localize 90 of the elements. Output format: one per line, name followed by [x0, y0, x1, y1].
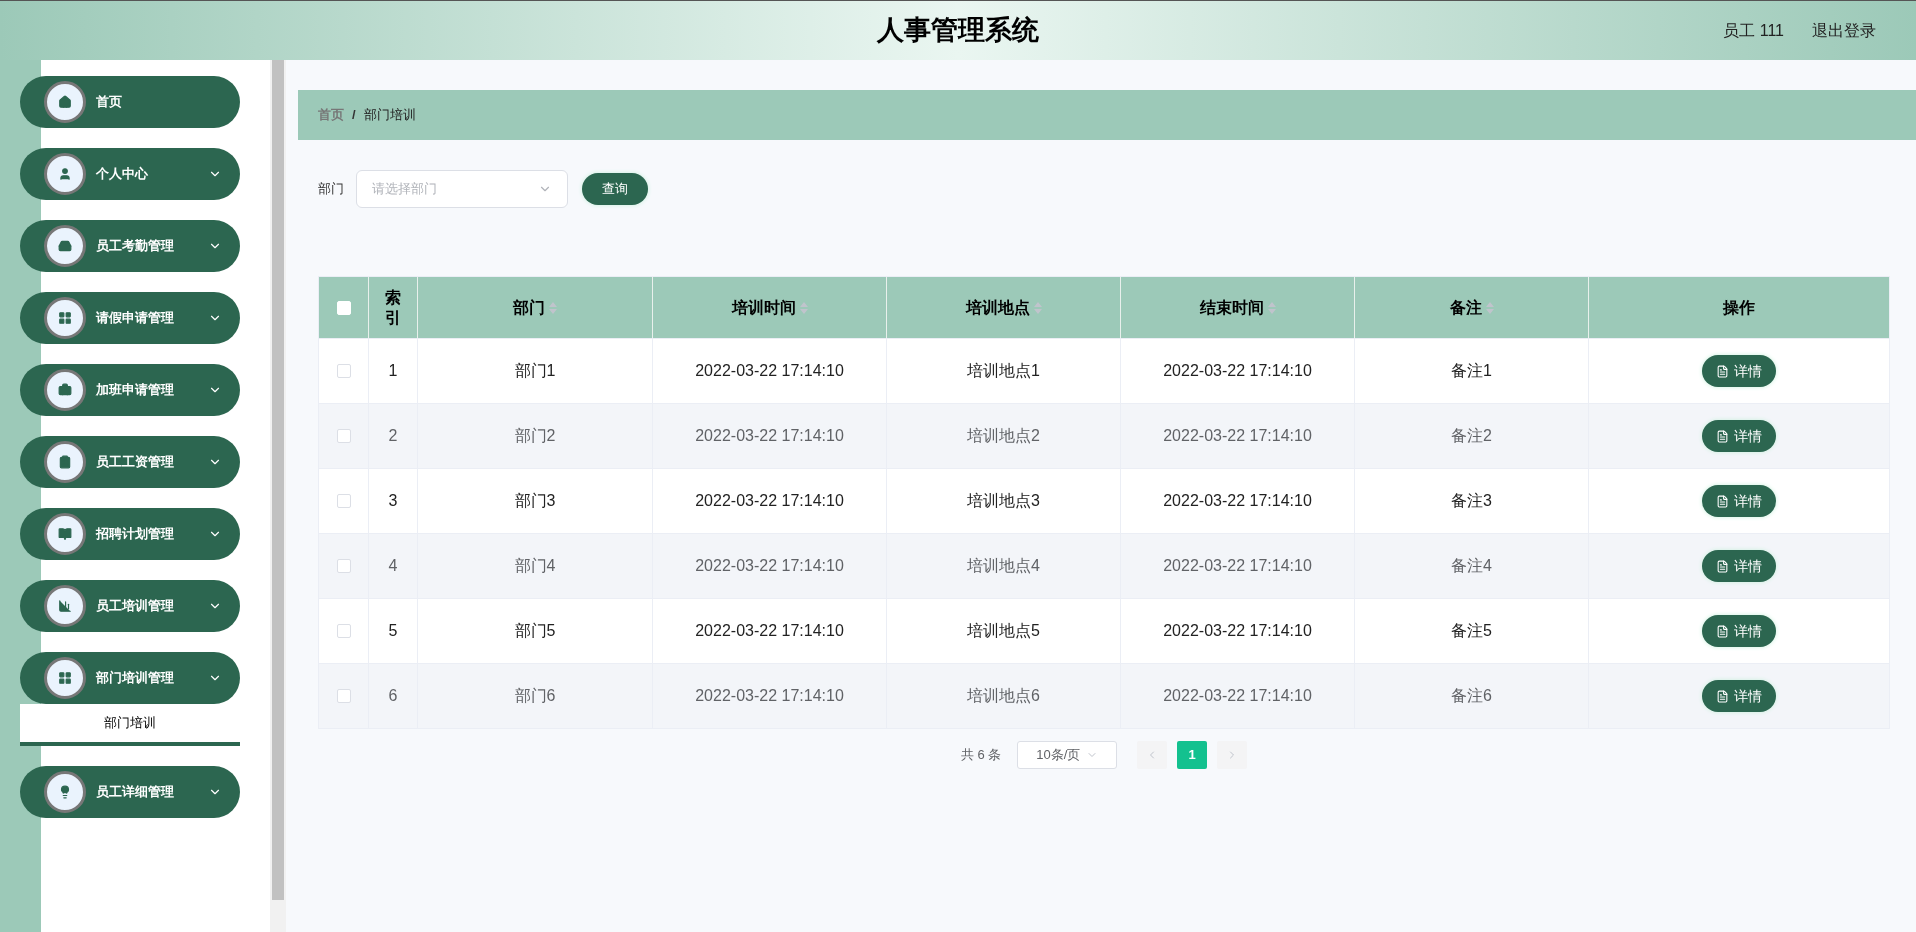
checkbox[interactable]	[336, 624, 351, 638]
table-cell-text: 培训地点6	[967, 686, 1040, 706]
details-button[interactable]: 详情	[1702, 355, 1776, 387]
table-cell-text: 2022-03-22 17:14:10	[695, 621, 844, 641]
table-cell-text: 4	[388, 556, 398, 576]
menu-item[interactable]: 首页	[20, 76, 240, 128]
checkbox[interactable]	[336, 429, 351, 443]
table-cell-text: 2022-03-22 17:14:10	[695, 426, 844, 446]
app-title: 人事管理系统	[877, 14, 1039, 48]
table-cell-text: 部门5	[514, 621, 556, 641]
table-cell-text: 2022-03-22 17:14:10	[695, 361, 844, 381]
document-icon	[1716, 494, 1729, 508]
table-cell-text: 部门3	[514, 491, 556, 511]
home-icon	[58, 95, 72, 109]
document-icon	[1716, 364, 1729, 378]
user-icon	[58, 167, 72, 181]
details-button[interactable]: 详情	[1702, 550, 1776, 582]
table-cell-text: 部门2	[514, 426, 556, 446]
details-button[interactable]: 详情	[1702, 420, 1776, 452]
table-cell-text: 备注5	[1451, 621, 1492, 641]
table-cell-text: 备注6	[1451, 686, 1492, 706]
table-cell-text: 6	[388, 686, 398, 706]
document-icon	[1716, 429, 1729, 443]
table-cell-text: 备注4	[1451, 556, 1492, 576]
total-count: 共 6 条	[960, 746, 1002, 765]
grid-icon	[58, 671, 72, 685]
table-cell-text: 培训地点2	[967, 426, 1040, 446]
details-button[interactable]: 详情	[1702, 485, 1776, 517]
table-cell-text: 2022-03-22 17:14:10	[1163, 361, 1312, 381]
document-icon	[1716, 559, 1729, 573]
table-cell-text: 2022-03-22 17:14:10	[1163, 556, 1312, 576]
sort-icon[interactable]	[1267, 301, 1276, 314]
checkbox[interactable]	[336, 689, 351, 703]
table-cell-text: 2022-03-22 17:14:10	[695, 556, 844, 576]
filter-label: 部门	[318, 180, 344, 199]
table-cell-text: 3	[388, 491, 398, 511]
document-icon	[1716, 689, 1729, 703]
logout-link[interactable]: 退出登录	[1812, 18, 1876, 43]
scrollbar[interactable]	[270, 60, 286, 932]
lightbulb-icon	[58, 785, 72, 799]
previous-page-button[interactable]	[1137, 741, 1168, 769]
sort-icon[interactable]	[1485, 301, 1494, 314]
table-cell-text: 部门6	[514, 686, 556, 706]
menu-item[interactable]: 个人中心	[20, 148, 240, 200]
sort-icon[interactable]	[1033, 301, 1042, 314]
table-cell-text: 培训地点5	[967, 621, 1040, 641]
table-cell-text: 5	[388, 621, 398, 641]
grid-icon	[58, 311, 72, 325]
menu-item[interactable]: 加班申请管理	[20, 364, 240, 416]
page-size-select[interactable]: 10条/页	[1017, 741, 1118, 769]
sort-icon[interactable]	[799, 301, 808, 314]
table-cell-text: 2022-03-22 17:14:10	[1163, 426, 1312, 446]
table-cell-text: 培训地点3	[967, 491, 1040, 511]
details-button[interactable]: 详情	[1702, 680, 1776, 712]
sort-icon[interactable]	[549, 301, 557, 314]
table-cell-text: 2	[388, 426, 398, 446]
menu-item[interactable]: 员工培训管理	[20, 580, 240, 632]
table-cell-text: 1	[388, 361, 398, 381]
breadcrumb-separator: /	[352, 106, 356, 125]
table-cell-text: 培训地点4	[967, 556, 1040, 576]
menu-item[interactable]: 员工工资管理	[20, 436, 240, 488]
checkbox[interactable]	[336, 494, 351, 508]
table-cell-text: 备注2	[1451, 426, 1492, 446]
table-cell-text: 部门4	[514, 556, 556, 576]
user-name: 员工 111	[1723, 20, 1784, 41]
menu-item[interactable]: 请假申请管理	[20, 292, 240, 344]
checkbox[interactable]	[336, 559, 351, 573]
checkbox[interactable]	[336, 364, 351, 378]
submenu-item[interactable]: 部门培训	[20, 704, 240, 746]
details-button[interactable]: 详情	[1702, 615, 1776, 647]
table-cell-text: 部门1	[514, 361, 556, 381]
briefcase-icon	[58, 383, 72, 397]
book-icon	[58, 527, 72, 541]
table-cell-text: 2022-03-22 17:14:10	[695, 491, 844, 511]
menu-item[interactable]: 员工详细管理	[20, 766, 240, 818]
table-cell-text: 2022-03-22 17:14:10	[1163, 621, 1312, 641]
table-cell-text: 2022-03-22 17:14:10	[695, 686, 844, 706]
table-cell-text: 备注1	[1451, 361, 1492, 381]
table-cell-text: 备注3	[1451, 491, 1492, 511]
table-cell-text: 2022-03-22 17:14:10	[1163, 491, 1312, 511]
breadcrumb-link[interactable]: 部门培训	[363, 105, 416, 125]
table-cell-text: 培训地点1	[967, 361, 1040, 381]
menu-item[interactable]: 员工考勤管理	[20, 220, 240, 272]
menu-item[interactable]: 招聘计划管理	[20, 508, 240, 560]
query-button[interactable]: 查询	[582, 173, 648, 205]
next-page-button[interactable]	[1217, 741, 1248, 769]
column-header: 操作	[1721, 297, 1756, 318]
document-icon	[1716, 624, 1729, 638]
menu-item[interactable]: 部门培训管理	[20, 652, 240, 704]
table-cell-text: 2022-03-22 17:14:10	[1163, 686, 1312, 706]
